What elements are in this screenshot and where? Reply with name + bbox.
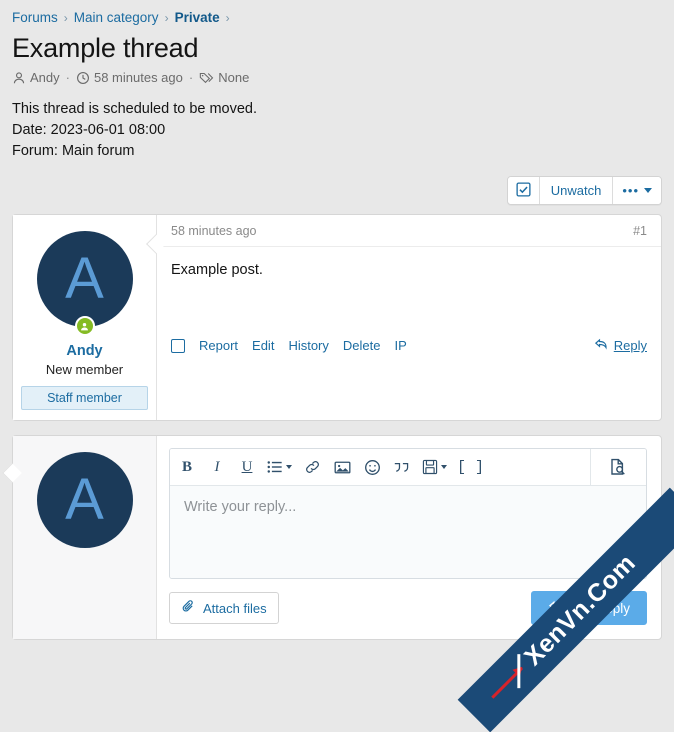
notice-line: Forum: Main forum xyxy=(12,143,135,160)
notice-line: Date: 2023-06-01 08:00 xyxy=(12,122,166,139)
editor-footer: Attach files Post reply xyxy=(169,591,647,626)
attach-files-label: Attach files xyxy=(203,600,267,616)
breadcrumb: Forums › Main category › Private › xyxy=(0,0,674,27)
avatar-wrapper[interactable]: A xyxy=(36,452,133,549)
paperclip-icon xyxy=(181,599,196,617)
post-reply-submit-label: Post reply xyxy=(569,600,630,616)
online-status-icon xyxy=(74,316,95,337)
rich-text-editor: B I U [] Write your reply... xyxy=(169,448,647,580)
thread-meta: Andy · 58 minutes ago · None xyxy=(12,70,662,85)
breadcrumb-item-main-category[interactable]: Main category xyxy=(74,10,159,25)
bbcode-icon[interactable]: [ ] xyxy=(452,450,489,485)
post-header: 58 minutes ago #1 xyxy=(157,215,661,248)
list-icon[interactable] xyxy=(262,450,297,485)
image-icon[interactable] xyxy=(327,450,357,485)
reply-arrow-icon xyxy=(548,599,564,617)
meta-separator: · xyxy=(65,70,70,86)
underline-icon[interactable]: U xyxy=(232,450,262,485)
checkbox-checked-icon xyxy=(516,182,531,200)
post-username[interactable]: Andy xyxy=(21,343,148,359)
tag-icon xyxy=(199,71,214,85)
page-title: Example thread xyxy=(12,33,199,63)
clock-icon xyxy=(76,71,90,85)
post-reply-button[interactable]: Reply xyxy=(594,337,647,354)
post-user-title: New member xyxy=(45,362,124,378)
thread-tags: None xyxy=(218,70,250,86)
post-body: Example post. xyxy=(171,262,263,279)
post-action-delete[interactable]: Delete xyxy=(343,338,381,353)
reply-arrow-icon xyxy=(594,337,609,354)
post-user-column: A Andy New member Staff member xyxy=(13,215,157,421)
reply-editor-block: A B I U [] Write your reply... Attach f… xyxy=(2,435,662,641)
post-select-checkbox[interactable] xyxy=(171,338,185,353)
watermark-slash-icon xyxy=(517,654,521,689)
editor-toolbar: B I U [] xyxy=(170,449,646,487)
reply-user-column: A xyxy=(13,436,157,640)
italic-icon[interactable]: I xyxy=(202,450,232,485)
post-article: A Andy New member Staff member 58 minute… xyxy=(12,214,662,422)
post-action-ip[interactable]: IP xyxy=(394,338,406,353)
thread-author[interactable]: Andy xyxy=(30,70,60,85)
breadcrumb-separator-icon: › xyxy=(63,10,68,25)
post-action-history[interactable]: History xyxy=(288,338,328,353)
thread-time: 58 minutes ago xyxy=(93,70,183,86)
quote-icon[interactable] xyxy=(387,450,417,485)
staff-member-banner: Staff member xyxy=(21,386,148,411)
post-footer-actions: Report Edit History Delete IP Reply xyxy=(157,331,661,366)
smilie-icon[interactable] xyxy=(357,450,387,485)
avatar[interactable]: A xyxy=(36,231,133,328)
breadcrumb-separator-icon: › xyxy=(225,10,230,25)
post-message-column: 58 minutes ago #1 Example post. Report E… xyxy=(146,215,661,420)
bold-icon[interactable]: B xyxy=(172,450,202,485)
chevron-down-icon xyxy=(644,188,652,194)
watermark-arrow-icon xyxy=(491,666,524,699)
meta-separator: · xyxy=(188,70,194,86)
preview-icon[interactable] xyxy=(590,449,644,486)
breadcrumb-item-forums[interactable]: Forums xyxy=(12,10,58,25)
avatar[interactable]: A xyxy=(36,452,133,549)
breadcrumb-item-private[interactable]: Private xyxy=(175,10,220,25)
post-time[interactable]: 58 minutes ago xyxy=(171,224,256,238)
avatar-wrapper[interactable]: A xyxy=(36,231,133,337)
post-reply-label: Reply xyxy=(613,338,647,354)
reply-editor-column: B I U [] Write your reply... Attach fil… xyxy=(2,436,661,639)
post-reply-submit-button[interactable]: Post reply xyxy=(530,591,647,626)
watch-button-group: Unwatch ••• xyxy=(506,176,662,206)
chevron-down-icon xyxy=(286,465,292,470)
post-action-edit[interactable]: Edit xyxy=(252,338,274,353)
reply-textarea[interactable]: Write your reply... xyxy=(170,486,646,579)
link-icon[interactable] xyxy=(297,450,327,485)
thread-notice: This thread is scheduled to be moved. Da… xyxy=(12,99,662,162)
more-dots-icon: ••• xyxy=(622,183,639,199)
drafts-icon[interactable] xyxy=(417,450,452,485)
user-icon xyxy=(12,71,26,85)
notice-line: This thread is scheduled to be moved. xyxy=(12,101,258,118)
chevron-down-icon xyxy=(441,465,447,470)
watch-checkbox-button[interactable] xyxy=(507,177,540,205)
unwatch-button[interactable]: Unwatch xyxy=(539,177,614,205)
thread-action-bar: Unwatch ••• xyxy=(12,176,662,206)
attach-files-button[interactable]: Attach files xyxy=(169,592,279,625)
post-number[interactable]: #1 xyxy=(633,224,647,238)
more-options-button[interactable]: ••• xyxy=(613,177,661,205)
breadcrumb-separator-icon: › xyxy=(164,10,169,25)
post-action-report[interactable]: Report xyxy=(199,338,238,353)
